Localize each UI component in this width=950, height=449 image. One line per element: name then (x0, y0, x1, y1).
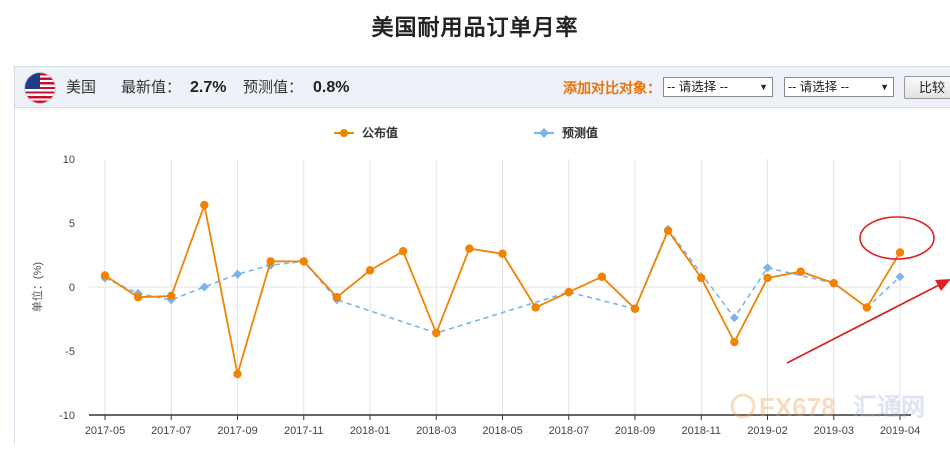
x-tick-label: 2017-05 (85, 425, 125, 437)
latest-label: 最新值： (121, 79, 182, 96)
x-tick-label: 2018-09 (615, 425, 655, 437)
data-point (465, 244, 474, 253)
data-point (762, 263, 773, 273)
x-tick-label: 2017-09 (217, 425, 257, 437)
y-axis-label: 单位：(%) (30, 262, 44, 312)
y-tick-label: 5 (69, 218, 75, 230)
data-point (398, 246, 408, 256)
data-point (100, 271, 110, 280)
x-tick-label: 2017-11 (284, 425, 324, 437)
x-tick-label: 2018-07 (549, 425, 589, 437)
latest-value: 2.7% (190, 79, 227, 96)
y-tick-label: -10 (59, 410, 75, 422)
data-point (729, 313, 739, 323)
y-tick-label: 0 (69, 282, 75, 294)
compare-select-2-value: -- 请选择 -- (788, 80, 850, 94)
data-point (233, 369, 242, 379)
data-point (829, 278, 838, 288)
durable-goods-chart: 10 5 0 -5 -10 2017-05 2017-07 2017-09 2017-11 20… (30, 125, 950, 437)
country-name: 美国 (66, 79, 97, 96)
data-point (796, 267, 805, 276)
x-tick-label: 2019-03 (814, 425, 854, 437)
data-point (167, 291, 176, 301)
legend-label-published: 公布值 (362, 125, 398, 140)
data-point (564, 287, 573, 297)
data-point (763, 273, 772, 283)
legend-label-forecast: 预测值 (562, 125, 598, 140)
y-tick-label: -5 (65, 346, 75, 358)
x-tick-label: 2018-11 (681, 425, 721, 437)
data-point (597, 272, 607, 281)
legend-item-published[interactable]: 公布值 (334, 125, 398, 140)
data-point (200, 200, 209, 210)
watermark-text-2: 汇通网 (853, 394, 925, 421)
data-point (663, 226, 673, 235)
legend[interactable]: 公布值 预测值 (334, 125, 598, 140)
x-tick-label: 2018-05 (482, 425, 522, 437)
compare-select-1-value: -- 请选择 -- (667, 80, 729, 94)
chart-container: 10 5 0 -5 -10 2017-05 2017-07 2017-09 2017-11 20… (14, 108, 950, 444)
x-tick-label: 2019-02 (747, 425, 787, 437)
annotations (786, 216, 950, 364)
compare-button[interactable]: 比较 (904, 76, 950, 99)
y-tick-label: 10 (63, 154, 75, 166)
data-point (299, 257, 308, 266)
page-title: 美国耐用品订单月率 (371, 15, 579, 40)
data-point (365, 266, 375, 275)
watermark-text: FX678 (759, 392, 836, 422)
y-axis-ticks: 10 5 0 -5 -10 (59, 154, 75, 422)
chevron-down-icon: ▼ (759, 82, 768, 92)
data-point (498, 249, 507, 258)
data-point (266, 257, 275, 266)
data-point (232, 269, 243, 279)
data-point (895, 272, 905, 282)
x-tick-label: 2017-07 (151, 425, 191, 437)
data-point (730, 337, 739, 347)
data-point (862, 303, 872, 312)
forecast-value: 0.8% (313, 79, 350, 96)
data-point (332, 293, 342, 302)
data-point (432, 328, 441, 338)
compare-label: 添加对比对象： (563, 80, 661, 96)
data-point (697, 273, 706, 283)
x-tick-label: 2019-04 (880, 425, 920, 437)
compare-select-2[interactable]: -- 请选择 -- ▼ (784, 77, 894, 97)
data-point (133, 293, 143, 302)
watermark: FX678 汇通网 (730, 392, 925, 422)
x-tick-label: 2018-03 (416, 425, 456, 437)
x-tick-label: 2018-01 (350, 425, 390, 437)
chevron-down-icon: ▼ (880, 82, 889, 92)
compare-select-1[interactable]: -- 请选择 -- ▼ (663, 77, 773, 97)
legend-item-forecast[interactable]: 预测值 (534, 125, 598, 140)
trend-arrow (786, 283, 942, 364)
us-flag-icon (25, 73, 55, 103)
data-point (895, 248, 905, 257)
indicator-toolbar: 美国 最新值： 2.7% 预测值： 0.8% 添加对比对象： -- 请选择 --… (14, 66, 950, 108)
data-point (531, 303, 540, 312)
data-point (630, 304, 640, 313)
data-point (199, 282, 209, 292)
forecast-label: 预测值： (243, 79, 304, 96)
